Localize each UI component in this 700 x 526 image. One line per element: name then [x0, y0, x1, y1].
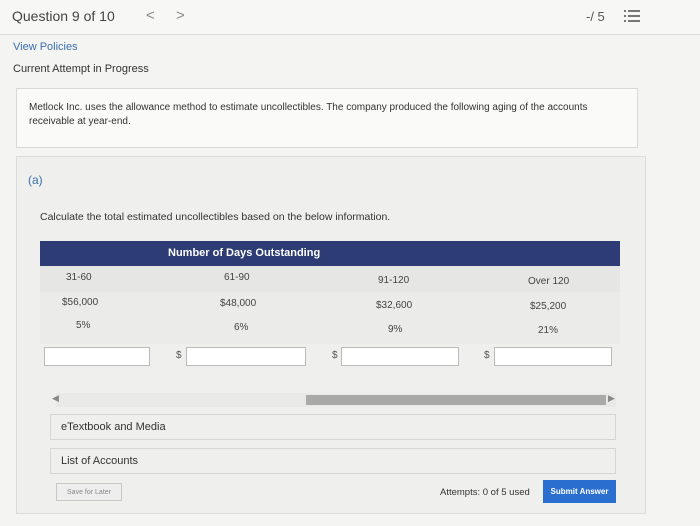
- list-of-accounts-label: List of Accounts: [61, 455, 139, 467]
- chevron-left-icon[interactable]: <: [146, 7, 155, 24]
- part-label: (a): [28, 173, 43, 187]
- scrollbar-thumb[interactable]: [306, 395, 606, 405]
- list-icon[interactable]: [624, 8, 640, 24]
- column-header: 61-90: [224, 272, 250, 283]
- column-header: 91-120: [378, 275, 410, 286]
- attempt-status: Current Attempt in Progress: [13, 63, 149, 75]
- rate-cell: 6%: [234, 322, 249, 333]
- balance-cell: $56,000: [62, 297, 99, 308]
- chevron-right-icon[interactable]: >: [176, 7, 185, 24]
- score: -/ 5: [586, 9, 605, 24]
- balance-cell: $25,200: [530, 301, 567, 312]
- problem-statement-box: Metlock Inc. uses the allowance method t…: [16, 88, 638, 148]
- currency-symbol: $: [176, 350, 182, 361]
- top-bar: Question 9 of 10 < > -/ 5: [0, 0, 700, 35]
- attempts-counter: Attempts: 0 of 5 used: [440, 487, 530, 498]
- submit-answer-button[interactable]: Submit Answer: [543, 480, 616, 503]
- etextbook-label: eTextbook and Media: [61, 421, 166, 433]
- instruction-text: Calculate the total estimated uncollecti…: [40, 211, 391, 223]
- question-counter: Question 9 of 10: [12, 8, 115, 24]
- uncollectible-input-over-120[interactable]: [494, 347, 612, 366]
- table-header: Number of Days Outstanding: [40, 241, 620, 266]
- scroll-right-icon[interactable]: ▶: [608, 393, 615, 404]
- rate-cell: 5%: [76, 320, 91, 331]
- currency-symbol: $: [332, 350, 338, 361]
- rate-cell: 21%: [538, 325, 559, 336]
- rate-cell: 9%: [388, 324, 403, 335]
- save-for-later-button[interactable]: Save for Later: [56, 483, 122, 501]
- etextbook-media-link[interactable]: eTextbook and Media: [50, 414, 616, 440]
- table-header-label: Number of Days Outstanding: [168, 247, 321, 259]
- column-header: Over 120: [528, 276, 570, 287]
- balance-cell: $48,000: [220, 298, 257, 309]
- uncollectible-input-91-120[interactable]: [341, 347, 459, 366]
- column-header: 31-60: [66, 272, 92, 283]
- view-policies-link[interactable]: View Policies: [13, 41, 78, 53]
- currency-symbol: $: [484, 350, 490, 361]
- uncollectible-input-31-60[interactable]: [44, 347, 150, 366]
- scroll-left-icon[interactable]: ◀: [52, 393, 59, 404]
- list-of-accounts-link[interactable]: List of Accounts: [50, 448, 616, 474]
- balance-cell: $32,600: [376, 300, 413, 311]
- problem-text: Metlock Inc. uses the allowance method t…: [29, 102, 588, 127]
- uncollectible-input-61-90[interactable]: [186, 347, 306, 366]
